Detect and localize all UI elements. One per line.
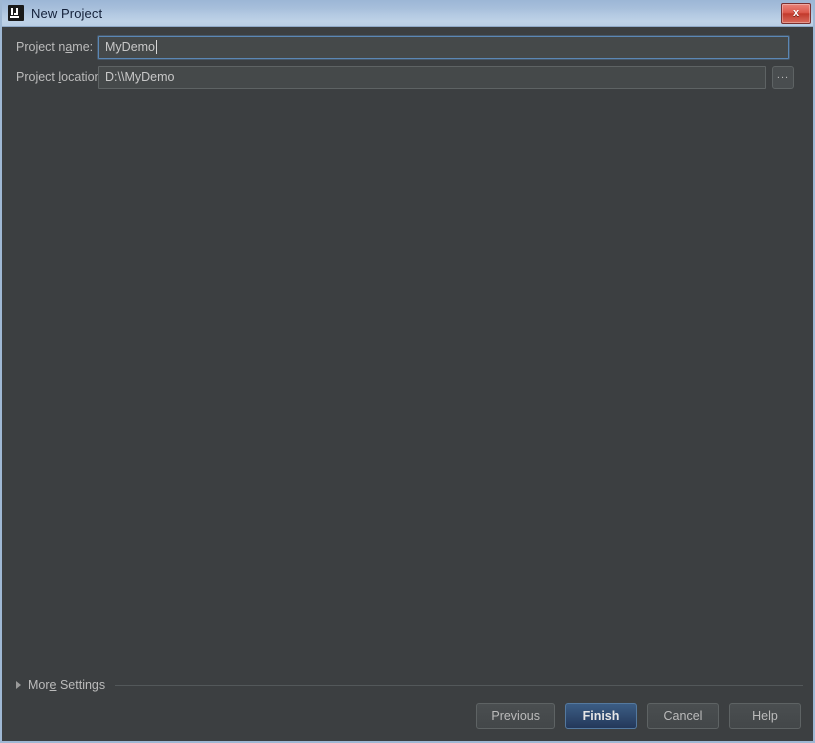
- window-title: New Project: [31, 5, 103, 21]
- dialog-button-bar: Previous Finish Cancel Help: [476, 703, 801, 729]
- triangle-right-icon: [16, 681, 21, 689]
- dialog-content: Project name: MyDemo Project location: D…: [2, 27, 813, 741]
- project-name-label: Project name:: [16, 40, 94, 54]
- intellij-idea-icon: [8, 5, 24, 21]
- close-icon: x: [792, 7, 800, 19]
- project-name-value: MyDemo: [105, 40, 156, 54]
- help-button[interactable]: Help: [729, 703, 801, 729]
- more-settings-toggle[interactable]: More Settings: [16, 678, 105, 692]
- close-button[interactable]: x: [781, 3, 811, 24]
- project-location-row: Project location: D:\\MyDemo ...: [2, 64, 813, 90]
- browse-folder-button[interactable]: ...: [772, 65, 794, 89]
- project-name-input[interactable]: MyDemo: [98, 35, 789, 59]
- project-location-input[interactable]: D:\\MyDemo: [98, 65, 766, 89]
- cancel-button[interactable]: Cancel: [647, 703, 719, 729]
- new-project-dialog: New Project x Project name: MyDemo Proje…: [0, 0, 815, 743]
- project-location-value: D:\\MyDemo: [105, 70, 175, 84]
- text-caret: [156, 40, 158, 54]
- more-settings-label: More Settings: [28, 678, 106, 692]
- section-separator: [115, 684, 803, 686]
- project-name-row: Project name: MyDemo: [2, 34, 813, 60]
- finish-button[interactable]: Finish: [565, 703, 637, 729]
- project-location-label: Project location:: [16, 70, 105, 84]
- ellipsis-icon: ...: [776, 68, 790, 81]
- previous-button[interactable]: Previous: [476, 703, 555, 729]
- window-titlebar: New Project x: [2, 0, 813, 27]
- more-settings-row: More Settings: [2, 676, 813, 694]
